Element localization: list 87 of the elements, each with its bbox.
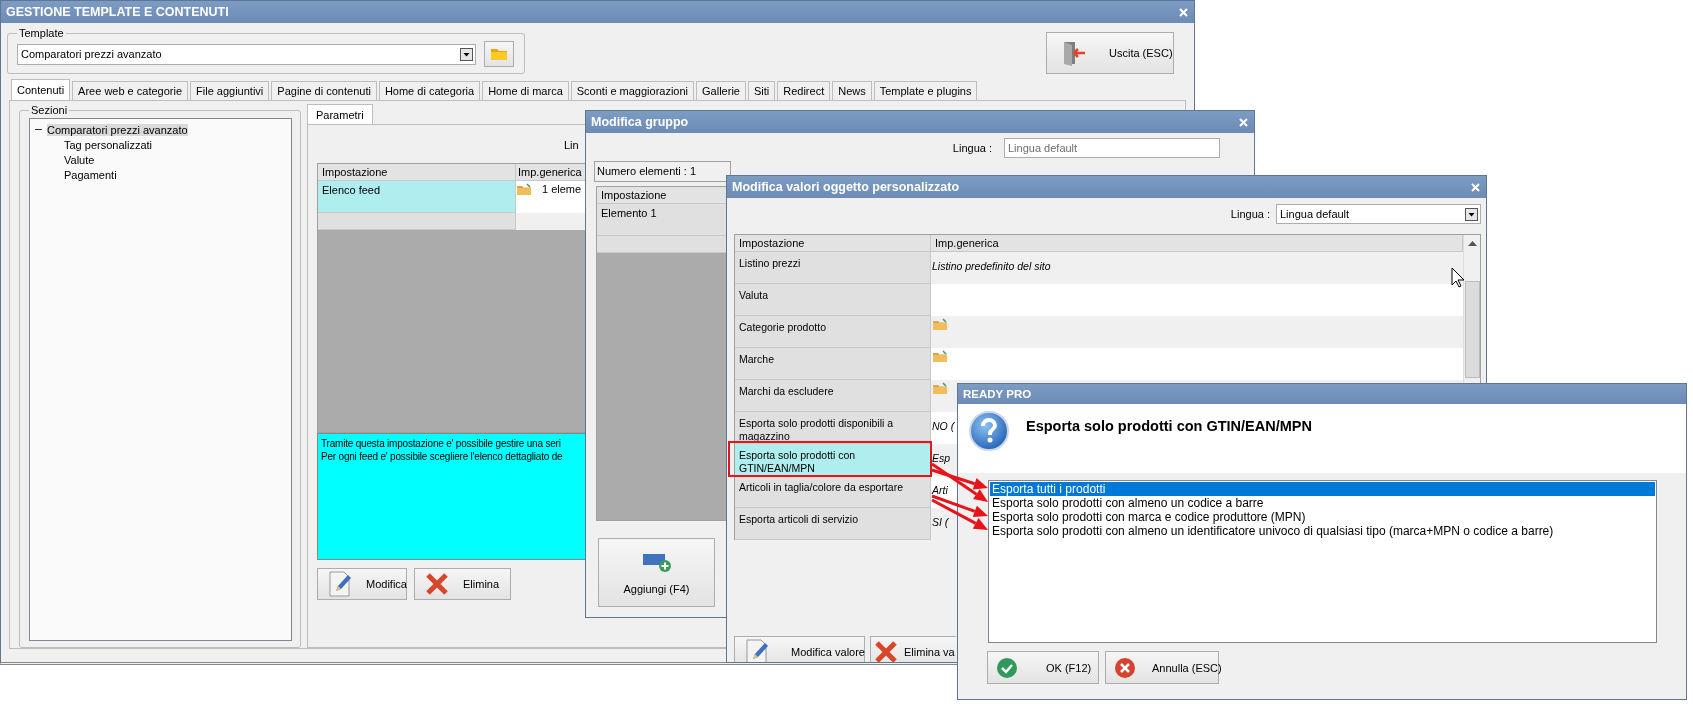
element-count: Numero elementi : 1 (594, 161, 731, 182)
tab[interactable]: Redirect (777, 81, 831, 100)
group-label: Sezioni (30, 104, 69, 116)
tab[interactable]: Pagine di contenuti (271, 81, 377, 100)
tab[interactable]: Parametri (307, 104, 373, 125)
column-header: Impostazione (735, 235, 931, 252)
tab[interactable]: News (832, 81, 872, 100)
cursor-icon (1451, 267, 1465, 288)
tab[interactable]: Siti (747, 81, 776, 100)
tab[interactable]: Sconti e maggiorazioni (570, 81, 695, 100)
ok-button[interactable]: OK (F12) (987, 651, 1099, 684)
list-option[interactable]: Esporta solo prodotti con marca e codice produttore (MPN) (990, 510, 1655, 524)
column-header: Imp.generica (931, 235, 1463, 252)
language-dropdown[interactable]: Lingua default (1004, 138, 1220, 158)
table-cell: NO ( (932, 420, 955, 432)
edit-button[interactable]: Modifica valore (734, 636, 865, 662)
caret-icon (460, 47, 473, 61)
close-icon (1471, 182, 1480, 192)
language-label: Lingua : (952, 142, 992, 154)
close-button[interactable] (1471, 182, 1480, 192)
close-button[interactable] (1179, 7, 1188, 17)
table-cell: Esporta solo prodotti con GTIN/EAN/MPN (735, 444, 931, 476)
table-cell: Listino prezzi (735, 252, 931, 284)
table-cell: Elenco feed (318, 181, 516, 213)
table-cell: SI ( (932, 516, 949, 528)
check-icon (996, 656, 1018, 679)
caret-icon (1465, 207, 1478, 221)
tab[interactable]: Aree web e categorie (72, 81, 189, 100)
tab[interactable]: Template e plugins (873, 81, 978, 100)
close-icon (1179, 7, 1188, 17)
table-cell: Esporta solo prodotti disponibili a magazzino (735, 412, 931, 444)
question-text: Esporta solo prodotti con GTIN/EAN/MPN (1026, 418, 1312, 436)
tab[interactable]: Home di marca (482, 81, 569, 100)
close-button[interactable] (1239, 117, 1248, 127)
list-option[interactable]: Esporta solo prodotti con almeno un identificatore univoco di qualsiasi tipo (marca+MPN o codice a barre) (990, 524, 1655, 538)
close-icon (1239, 117, 1248, 127)
description-text: Per ogni feed e' possibile scegliere l'elenco dettagliato de (321, 450, 564, 463)
table-cell: Marchi da escludere (735, 380, 931, 412)
list-option[interactable]: Esporta tutti i prodotti (990, 482, 1655, 496)
folder-button[interactable] (484, 41, 514, 67)
tab[interactable]: Gallerie (696, 81, 746, 100)
tree-item[interactable]: Pagamenti (64, 168, 117, 181)
table-cell: Esp (932, 452, 951, 464)
table-cell: Categorie prodotto (735, 316, 931, 348)
table-cell: Listino predefinito del sito (932, 260, 1051, 272)
template-dropdown[interactable]: Comparatori prezzi avanzato (17, 43, 476, 65)
language-label: Lingua : (1230, 208, 1270, 220)
cross-icon (425, 572, 449, 596)
window-title: Modifica gruppo (591, 115, 689, 129)
pencil-icon (328, 571, 352, 597)
window-title: GESTIONE TEMPLATE E CONTENUTI (6, 5, 229, 19)
list-option[interactable]: Esporta solo prodotti con almeno un codice a barre (990, 496, 1655, 510)
tree-item[interactable]: Comparatori prezzi avanzato (47, 123, 188, 136)
tab[interactable]: File aggiuntivi (190, 81, 270, 100)
window-title: READY PRO (963, 388, 1032, 400)
edit-button[interactable]: Modifica (317, 568, 407, 600)
delete-button[interactable]: Elimina (414, 568, 511, 600)
cancel-icon (1114, 656, 1136, 679)
tree-item[interactable]: Valute (64, 153, 95, 166)
folder-icon (932, 382, 948, 395)
exit-button[interactable]: Uscita (ESC) (1046, 32, 1174, 74)
folder-icon (932, 350, 948, 363)
table-cell: Valuta (735, 284, 931, 316)
group-label: Template (18, 27, 65, 39)
language-label: Lin (564, 139, 579, 151)
delete-button[interactable]: Elimina va (870, 636, 956, 662)
description-text: Tramite questa impostazione e' possibile gestire una seri (321, 437, 562, 450)
table-cell: 1 eleme (542, 183, 582, 195)
table-cell: Articoli in taglia/colore da esportare (735, 476, 931, 508)
tab[interactable]: Home di categoria (378, 81, 481, 100)
column-header: Impostazione (318, 164, 516, 181)
table-cell: Arti (932, 484, 948, 496)
tree-item[interactable]: Tag personalizzati (64, 138, 153, 151)
up-arrow-icon (1467, 240, 1477, 246)
language-dropdown[interactable]: Lingua default (1276, 204, 1481, 224)
arrow (931, 498, 988, 530)
cross-icon (874, 639, 898, 662)
table-cell: Marche (735, 348, 931, 380)
add-button[interactable]: Aggiungi (F4) (598, 538, 715, 607)
folder-icon (490, 47, 508, 61)
folder-icon (516, 183, 532, 196)
question-icon (968, 410, 1010, 452)
folder-icon (932, 318, 948, 331)
table-cell: Esporta articoli di servizio (735, 508, 931, 540)
cancel-button[interactable]: Annulla (ESC) (1105, 651, 1219, 684)
tab[interactable]: Contenuti (11, 79, 71, 100)
exit-icon (1061, 40, 1087, 66)
